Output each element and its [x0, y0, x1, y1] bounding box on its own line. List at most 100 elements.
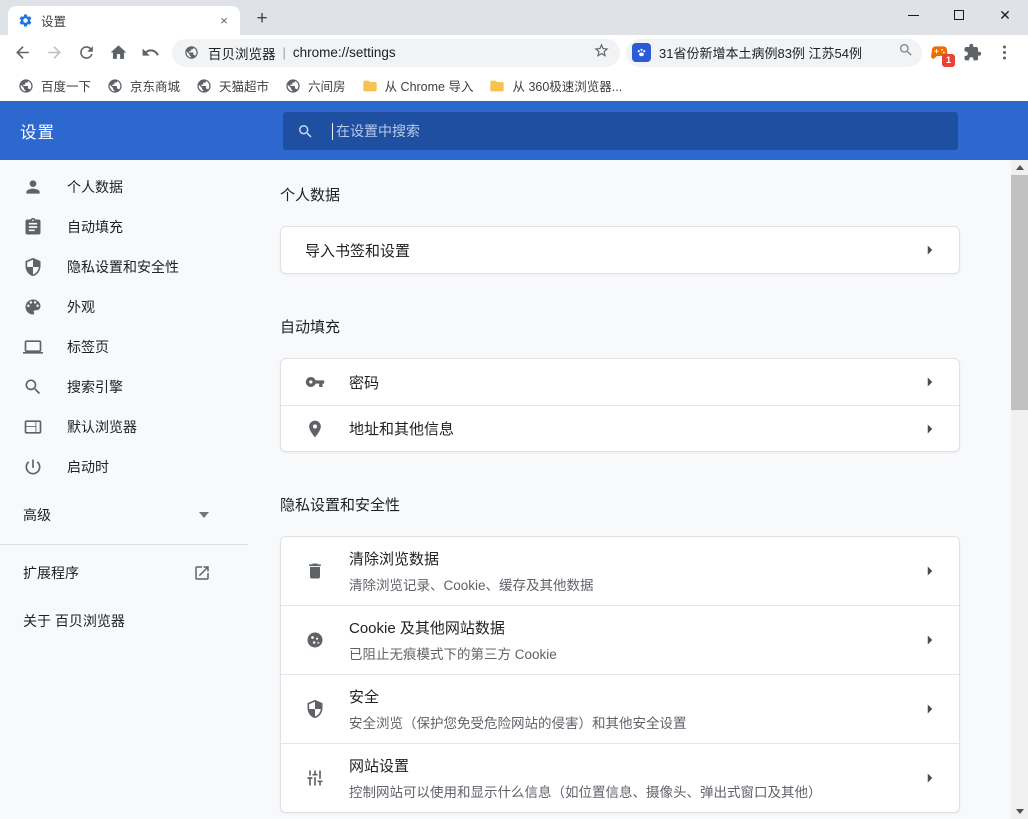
section-autofill: 自动填充 密码 地址和其他信息 — [280, 316, 1028, 452]
sidebar-item-people[interactable]: 个人数据 — [0, 167, 248, 207]
bookmark-item[interactable]: 京东商城 — [99, 74, 188, 98]
privacy-shield-icon — [25, 257, 41, 277]
tab-title: 设置 — [41, 15, 67, 29]
undo-button[interactable] — [136, 39, 164, 67]
row-site-settings[interactable]: 网站设置 控制网站可以使用和显示什么信息（如位置信息、摄像头、弹出式窗口及其他） — [281, 743, 959, 812]
settings-search-placeholder: 在设置中搜索 — [336, 123, 420, 139]
section-heading: 自动填充 — [280, 319, 341, 336]
home-button[interactable] — [104, 39, 132, 67]
section-heading: 个人数据 — [280, 187, 341, 204]
sidebar-item-tab-page[interactable]: 标签页 — [0, 327, 248, 367]
browser-window: 设置 × + ✕ 百贝浏览器 | chrome://settings 31省份新… — [0, 0, 1028, 819]
globe-icon — [197, 78, 211, 93]
row-security[interactable]: 安全 安全浏览（保护您免受危险网站的侵害）和其他安全设置 — [281, 674, 959, 743]
chevron-right-icon — [921, 420, 939, 438]
tab-strip: 设置 × + ✕ — [0, 0, 1028, 35]
folder-icon — [490, 80, 505, 91]
globe-icon — [19, 78, 33, 93]
row-clear-browsing-data[interactable]: 清除浏览数据 清除浏览记录、Cookie、缓存及其他数据 — [281, 537, 959, 605]
autofill-icon — [25, 217, 41, 235]
sidebar-item-default-browser[interactable]: 默认浏览器 — [0, 407, 248, 447]
reload-icon — [79, 46, 93, 59]
address-separator: | — [282, 45, 286, 60]
reload-button[interactable] — [72, 39, 100, 67]
maximize-button[interactable] — [936, 0, 982, 30]
scrollbar-thumb[interactable] — [1011, 175, 1028, 410]
minimize-button[interactable] — [890, 0, 936, 30]
undo-icon — [142, 48, 159, 56]
back-button[interactable] — [8, 39, 36, 67]
search-icon — [299, 124, 312, 138]
settings-gear-favicon-icon — [19, 14, 32, 27]
sidebar-advanced-toggle[interactable]: 高级 — [0, 495, 248, 535]
sidebar-item-about[interactable]: 关于 百贝浏览器 — [0, 601, 248, 641]
settings-page-title: 设置 — [20, 123, 55, 142]
settings-card: 导入书签和设置 — [280, 226, 960, 274]
news-search-icon[interactable] — [898, 42, 914, 63]
bookmark-star-icon[interactable] — [593, 42, 610, 64]
section-people: 个人数据 导入书签和设置 — [280, 184, 1028, 274]
back-icon — [15, 46, 29, 59]
sidebar-item-search-engine[interactable]: 搜索引擎 — [0, 367, 248, 407]
scroll-up-button[interactable] — [1011, 160, 1028, 175]
notification-badge: 1 — [942, 53, 955, 67]
tab-close-icon[interactable]: × — [216, 13, 232, 29]
chevron-down-icon — [199, 512, 209, 518]
scrollbar[interactable] — [1011, 160, 1028, 819]
bookmarks-bar: 百度一下 京东商城 天猫超市 六间房 从 Chrome 导入 从 360极速浏览… — [0, 70, 1028, 101]
row-import-bookmarks[interactable]: 导入书签和设置 — [281, 227, 959, 273]
section-heading: 隐私设置和安全性 — [280, 497, 401, 514]
tab-settings[interactable]: 设置 × — [8, 6, 240, 35]
settings-search-input[interactable]: 在设置中搜索 — [283, 112, 958, 150]
window-controls: ✕ — [890, 0, 1028, 30]
person-icon — [26, 180, 40, 194]
row-cookies[interactable]: Cookie 及其他网站数据 已阻止无痕模式下的第三方 Cookie — [281, 605, 959, 674]
bookmark-item[interactable]: 百度一下 — [10, 74, 99, 98]
sidebar-item-privacy[interactable]: 隐私设置和安全性 — [0, 247, 248, 287]
address-bar[interactable]: 百贝浏览器 | chrome://settings — [172, 38, 620, 67]
external-link-icon — [195, 566, 209, 580]
tune-icon — [305, 768, 325, 788]
tab-page-icon — [23, 340, 43, 354]
chevron-right-icon — [921, 631, 939, 649]
extensions-button[interactable] — [958, 39, 986, 67]
sidebar-item-autofill[interactable]: 自动填充 — [0, 207, 248, 247]
settings-sidebar: 个人数据 自动填充 隐私设置和安全性 外观 标签页 搜索引擎 默认浏览器 启动时… — [0, 160, 248, 819]
search-engine-icon — [25, 379, 41, 395]
settings-body: 个人数据 自动填充 隐私设置和安全性 外观 标签页 搜索引擎 默认浏览器 启动时… — [0, 160, 1028, 819]
bookmark-item[interactable]: 天猫超市 — [188, 74, 277, 98]
news-search-text[interactable]: 31省份新增本土病例83例 江苏54例 — [659, 43, 892, 62]
forward-button[interactable] — [40, 39, 68, 67]
sidebar-item-startup[interactable]: 启动时 — [0, 447, 248, 487]
bookmark-folder[interactable]: 从 360极速浏览器... — [481, 74, 630, 98]
scroll-down-button[interactable] — [1011, 804, 1028, 819]
chevron-right-icon — [921, 241, 939, 259]
cookie-icon — [305, 630, 325, 650]
folder-icon — [362, 80, 377, 91]
row-passwords[interactable]: 密码 — [281, 359, 959, 405]
bookmark-folder[interactable]: 从 Chrome 导入 — [354, 74, 482, 98]
new-tab-button[interactable]: + — [248, 5, 276, 33]
settings-card: 清除浏览数据 清除浏览记录、Cookie、缓存及其他数据 Cookie 及其他网… — [280, 536, 960, 813]
sidebar-item-appearance[interactable]: 外观 — [0, 287, 248, 327]
sidebar-item-extensions[interactable]: 扩展程序 — [0, 553, 248, 593]
chevron-right-icon — [921, 562, 939, 580]
key-icon — [305, 372, 325, 392]
settings-card: 密码 地址和其他信息 — [280, 358, 960, 452]
home-icon — [110, 45, 126, 59]
browser-menu-button[interactable] — [990, 39, 1018, 67]
row-addresses[interactable]: 地址和其他信息 — [281, 405, 959, 451]
palette-icon — [25, 299, 41, 315]
globe-icon — [286, 78, 300, 93]
security-shield-icon — [305, 699, 325, 719]
game-center-button[interactable]: 1 — [925, 39, 955, 67]
address-url[interactable]: chrome://settings — [293, 45, 593, 60]
close-button[interactable]: ✕ — [982, 0, 1028, 30]
trash-icon — [305, 561, 325, 581]
news-search-widget[interactable]: 31省份新增本土病例83例 江苏54例 — [626, 38, 922, 67]
site-name: 百贝浏览器 — [208, 46, 276, 62]
extensions-puzzle-icon — [964, 43, 981, 61]
bookmark-item[interactable]: 六间房 — [277, 74, 354, 98]
chevron-right-icon — [921, 373, 939, 391]
globe-icon — [108, 78, 122, 93]
